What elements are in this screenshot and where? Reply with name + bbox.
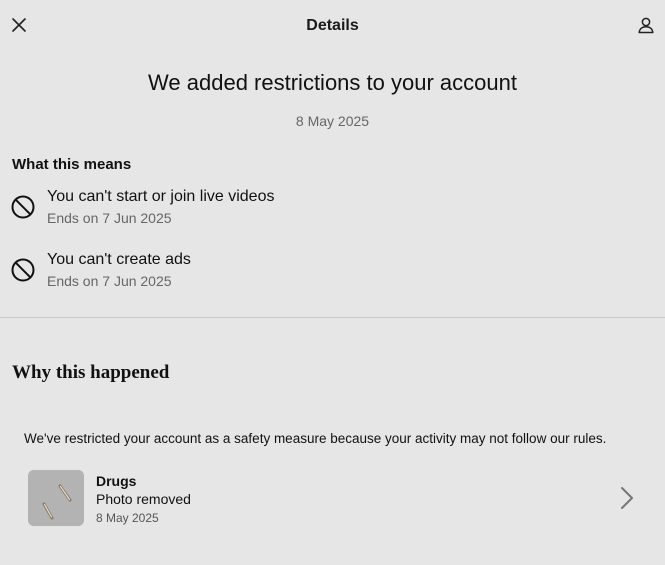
- violation-status: Photo removed: [96, 491, 191, 507]
- prohibited-icon: [11, 258, 35, 282]
- restriction-end-date: Ends on 7 Jun 2025: [47, 210, 172, 226]
- why-this-happened-heading: Why this happened: [12, 362, 170, 383]
- violation-date: 8 May 2025: [96, 511, 159, 525]
- restriction-title: You can't create ads: [47, 251, 191, 268]
- removed-photo-thumbnail: [28, 470, 84, 526]
- restriction-item-ads: You can't create ads Ends on 7 Jun 2025: [0, 251, 665, 301]
- section-divider: [0, 317, 665, 318]
- notice-date: 8 May 2025: [295, 113, 370, 129]
- top-bar: Details: [0, 0, 665, 52]
- violation-item[interactable]: Drugs Photo removed 8 May 2025: [0, 466, 665, 530]
- restriction-title: You can't start or join live videos: [47, 188, 275, 205]
- profile-button[interactable]: [633, 12, 659, 38]
- chevron-right-icon: [621, 487, 633, 509]
- restriction-end-date: Ends on 7 Jun 2025: [47, 273, 172, 289]
- removed-photo-image: [28, 470, 84, 526]
- prohibited-icon: [11, 195, 35, 219]
- person-icon: [638, 17, 654, 34]
- notice-title: We added restrictions to your account: [148, 70, 517, 95]
- page-title: Details: [306, 17, 359, 34]
- restriction-item-live-videos: You can't start or join live videos Ends…: [0, 188, 665, 238]
- what-this-means-heading: What this means: [12, 156, 132, 173]
- violation-title: Drugs: [96, 473, 137, 489]
- why-explanation: We've restricted your account as a safet…: [24, 431, 607, 446]
